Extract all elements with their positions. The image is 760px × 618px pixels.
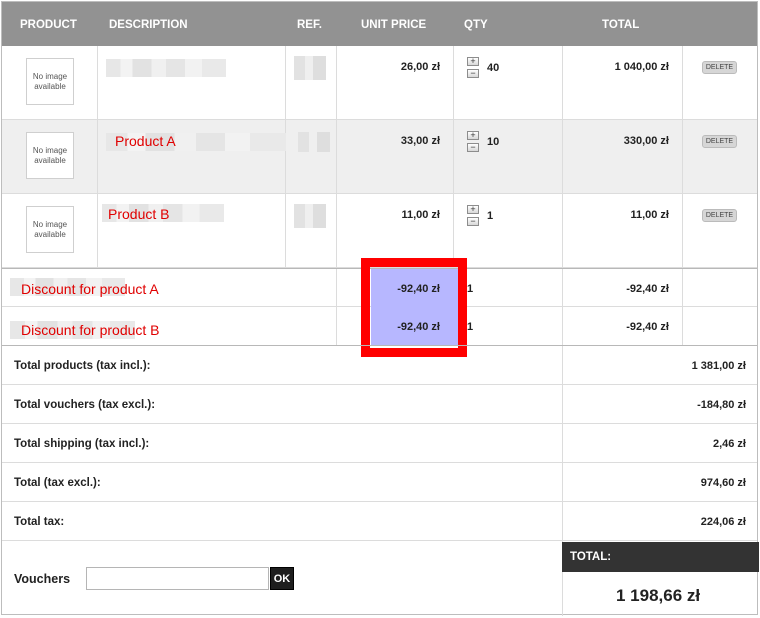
col-ref: REF. <box>297 19 322 31</box>
product-description-redacted <box>106 59 226 77</box>
product-row: No image available Product A 33,00 zł + … <box>2 120 757 194</box>
total-products-label: Total products (tax incl.): <box>14 360 151 372</box>
qty-decrease-button[interactable]: − <box>467 143 479 152</box>
delete-button[interactable]: DELETE <box>702 61 737 74</box>
discount-qty: 1 <box>467 321 474 333</box>
product-ref-redacted <box>294 204 326 228</box>
line-total: 330,00 zł <box>623 135 669 147</box>
discount-total: -92,40 zł <box>626 321 669 333</box>
total-vouchers-value: -184,80 zł <box>697 399 746 411</box>
col-product: PRODUCT <box>20 19 77 31</box>
qty-decrease-button[interactable]: − <box>467 69 479 78</box>
product-image-placeholder[interactable]: No image available <box>26 132 74 179</box>
product-image-placeholder[interactable]: No image available <box>26 58 74 105</box>
discount-qty: 1 <box>467 283 474 295</box>
product-ref-redacted <box>298 132 330 152</box>
discount-total: -92,40 zł <box>626 283 669 295</box>
qty-value[interactable]: 10 <box>487 136 499 148</box>
total-shipping-label: Total shipping (tax incl.): <box>14 438 150 450</box>
unit-price: 26,00 zł <box>400 61 440 73</box>
delete-button[interactable]: DELETE <box>702 135 737 148</box>
total-products-value: 1 381,00 zł <box>691 360 746 372</box>
product-image-placeholder[interactable]: No image available <box>26 206 74 253</box>
delete-button[interactable]: DELETE <box>702 209 737 222</box>
qty-increase-button[interactable]: + <box>467 131 479 140</box>
col-description: DESCRIPTION <box>109 19 188 31</box>
qty-increase-button[interactable]: + <box>467 57 479 66</box>
voucher-total-row: Vouchers OK TOTAL: 1 198,66 zł <box>2 540 759 616</box>
total-tax-value: 224,06 zł <box>700 516 746 528</box>
unit-price: 11,00 zł <box>401 209 440 221</box>
total-tax-label: Total tax: <box>14 516 65 528</box>
discount-name: Discount for product B <box>21 322 160 338</box>
qty-increase-button[interactable]: + <box>467 205 479 214</box>
product-ref-redacted <box>294 56 326 80</box>
total-excl-row: Total (tax excl.): 974,60 zł <box>2 462 757 501</box>
unit-price: 33,00 zł <box>400 135 440 147</box>
total-excl-label: Total (tax excl.): <box>14 477 101 489</box>
total-shipping-row: Total shipping (tax incl.): 2,46 zł <box>2 423 757 462</box>
product-name-annotation: Product B <box>108 206 170 222</box>
annotation-highlight-frame <box>361 258 467 357</box>
total-shipping-value: 2,46 zł <box>712 438 746 450</box>
grand-total-label: TOTAL: <box>562 542 759 572</box>
qty-decrease-button[interactable]: − <box>467 217 479 226</box>
total-vouchers-label: Total vouchers (tax excl.): <box>14 399 156 411</box>
total-vouchers-row: Total vouchers (tax excl.): -184,80 zł <box>2 384 757 423</box>
product-name-annotation: Product A <box>115 133 176 149</box>
col-qty: QTY <box>464 19 488 31</box>
col-unit-price: UNIT PRICE <box>361 19 427 31</box>
shopping-cart-table: PRODUCT DESCRIPTION REF. UNIT PRICE QTY … <box>1 1 759 616</box>
qty-value[interactable]: 40 <box>487 62 499 74</box>
product-row: No image available 26,00 zł + − 40 1 040… <box>2 46 757 120</box>
qty-value[interactable]: 1 <box>487 210 493 222</box>
total-tax-row: Total tax: 224,06 zł <box>2 501 757 540</box>
table-header: PRODUCT DESCRIPTION REF. UNIT PRICE QTY … <box>2 2 757 46</box>
voucher-ok-button[interactable]: OK <box>270 567 294 590</box>
vouchers-label: Vouchers <box>14 572 71 586</box>
grand-total-value: 1 198,66 zł <box>616 586 701 605</box>
line-total: 1 040,00 zł <box>614 61 669 73</box>
product-row: No image available Product B 11,00 zł + … <box>2 194 757 268</box>
total-excl-value: 974,60 zł <box>700 477 746 489</box>
line-total: 11,00 zł <box>630 209 669 221</box>
discount-name: Discount for product A <box>21 281 159 297</box>
voucher-code-input[interactable] <box>86 567 269 590</box>
col-total: TOTAL <box>602 19 640 31</box>
total-products-row: Total products (tax incl.): 1 381,00 zł <box>2 345 757 384</box>
